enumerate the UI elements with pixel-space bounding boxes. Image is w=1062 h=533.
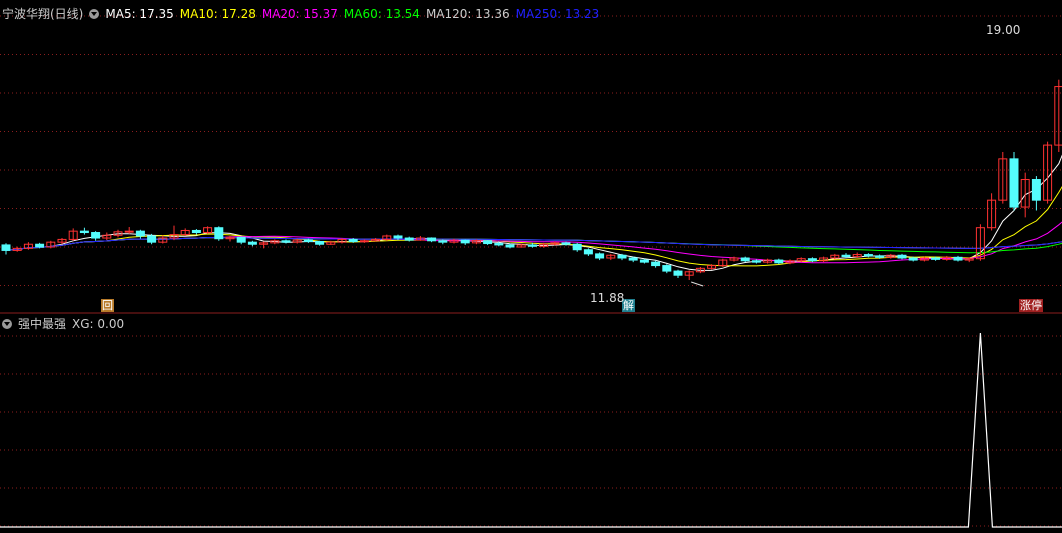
candle-down[interactable] bbox=[427, 237, 437, 242]
candle-down[interactable] bbox=[438, 240, 448, 243]
dropdown-icon[interactable] bbox=[89, 9, 100, 19]
kline-chart[interactable] bbox=[0, 0, 1062, 533]
candle-up[interactable] bbox=[359, 240, 369, 243]
candle-down[interactable] bbox=[527, 244, 537, 247]
ma-legend-item: MA20: 15.37 bbox=[261, 7, 338, 21]
candle-down[interactable] bbox=[348, 238, 358, 242]
candle-down[interactable] bbox=[214, 227, 224, 240]
main-header: 宁波华翔(日线) MA5: 17.35 MA10: 17.28 MA20: 15.37… bbox=[2, 6, 611, 22]
indicator-value: XG: 0.00 bbox=[72, 317, 125, 331]
ma-legend-item: MA250: 13.23 bbox=[515, 7, 600, 21]
candle-down[interactable] bbox=[147, 235, 157, 243]
candle-down[interactable] bbox=[841, 254, 851, 258]
candle-down[interactable] bbox=[79, 230, 89, 234]
candle-down[interactable] bbox=[931, 257, 941, 260]
candle-down[interactable] bbox=[639, 259, 649, 263]
candle-down[interactable] bbox=[740, 257, 750, 262]
candle-down[interactable] bbox=[651, 261, 661, 267]
candle-down[interactable] bbox=[315, 240, 325, 245]
candle-down[interactable] bbox=[1009, 158, 1019, 208]
high-price-label: 19.00 bbox=[986, 23, 1021, 37]
candle-down[interactable] bbox=[494, 243, 504, 246]
candle-down[interactable] bbox=[135, 230, 145, 237]
sub-header: 强中最强 XG: 0.00 bbox=[2, 316, 130, 332]
indicator-name: 强中最强 bbox=[18, 317, 67, 331]
candle-down[interactable] bbox=[875, 255, 885, 258]
stock-name: 宁波华翔(日线) bbox=[2, 7, 84, 21]
candle-down[interactable] bbox=[751, 260, 761, 263]
candle-down[interactable] bbox=[673, 270, 683, 276]
candle-down[interactable] bbox=[35, 243, 45, 248]
marker-zhangting[interactable]: 涨停 bbox=[1019, 299, 1043, 312]
ma5-line bbox=[5, 154, 1062, 271]
candle-down[interactable] bbox=[583, 249, 593, 255]
candle-down[interactable] bbox=[460, 239, 470, 244]
candle-down[interactable] bbox=[505, 244, 515, 248]
candle-down[interactable] bbox=[483, 240, 493, 245]
ma-legend-item: MA60: 13.54 bbox=[343, 7, 420, 21]
ma-legend-item: MA120: 13.36 bbox=[425, 7, 510, 21]
candle-down[interactable] bbox=[236, 236, 246, 243]
candle-down[interactable] bbox=[595, 253, 605, 259]
ma-legend: MA5: 17.35 MA10: 17.28 MA20: 15.37 MA60: 13… bbox=[105, 7, 605, 21]
dropdown-icon[interactable] bbox=[2, 319, 12, 329]
candle-up[interactable] bbox=[124, 230, 134, 233]
candle-down[interactable] bbox=[91, 232, 101, 239]
candle-down[interactable] bbox=[953, 256, 963, 261]
candle-down[interactable] bbox=[303, 239, 313, 242]
low-price-label: 11.88 bbox=[590, 291, 625, 305]
candle-down[interactable] bbox=[807, 258, 817, 262]
candle-down[interactable] bbox=[774, 259, 784, 264]
candle-down[interactable] bbox=[393, 235, 403, 239]
candle-down[interactable] bbox=[281, 240, 291, 243]
candle-down[interactable] bbox=[628, 257, 638, 261]
ma-legend-item: MA5: 17.35 bbox=[105, 7, 174, 21]
candle-down[interactable] bbox=[863, 254, 873, 257]
candle-down[interactable] bbox=[1031, 179, 1041, 201]
candle-down[interactable] bbox=[191, 229, 201, 234]
candle-down[interactable] bbox=[897, 254, 907, 259]
xg-line bbox=[0, 332, 1062, 528]
candle-down[interactable] bbox=[247, 241, 257, 245]
chart-stage[interactable]: 宁波华翔(日线) MA5: 17.35 MA10: 17.28 MA20: 15.37… bbox=[0, 0, 1062, 533]
candle-down[interactable] bbox=[617, 254, 627, 259]
candle-down[interactable] bbox=[404, 237, 414, 241]
ma-legend-item: MA10: 17.28 bbox=[179, 7, 256, 21]
candle-down[interactable] bbox=[1, 244, 11, 251]
candle-down[interactable] bbox=[561, 242, 571, 245]
candle-down[interactable] bbox=[572, 243, 582, 251]
candle-down[interactable] bbox=[908, 257, 918, 261]
candle-down[interactable] bbox=[662, 265, 672, 272]
marker-hui[interactable]: 回 bbox=[101, 299, 114, 312]
